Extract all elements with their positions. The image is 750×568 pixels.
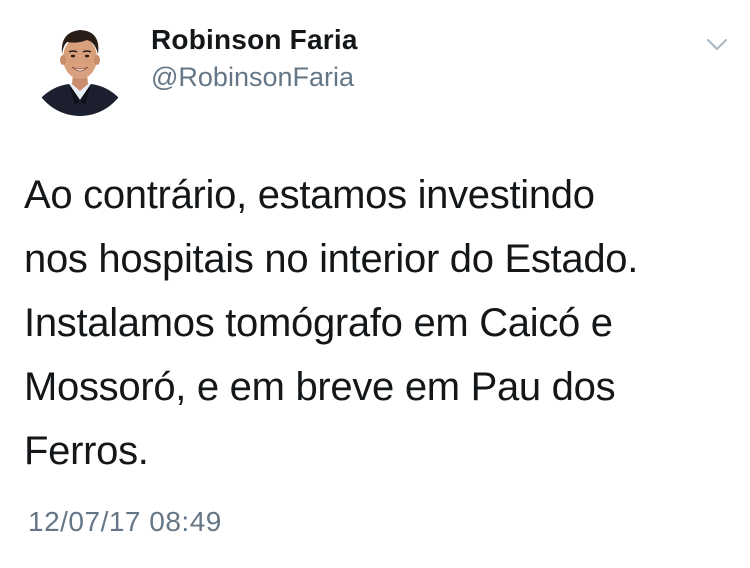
tweet-timestamp[interactable]: 12/07/17 08:49 [28,506,222,538]
chevron-down-icon[interactable] [703,30,731,58]
user-display-name[interactable]: Robinson Faria [151,24,358,56]
user-handle[interactable]: @RobinsonFaria [151,62,354,93]
tweet-text-line: nos hospitais no interior do Estado. [24,237,639,281]
profile-photo-icon [31,18,129,116]
tweet-text: Ao contrário, estamos investindo nos hos… [24,163,724,483]
tweet-card: Robinson Faria @RobinsonFaria Ao contrár… [0,0,750,568]
tweet-text-line: Instalamos tomógrafo em Caicó e [24,301,613,345]
tweet-text-line: Ferros. [24,429,149,473]
tweet-text-line: Mossoró, e em breve em Pau dos [24,365,616,409]
avatar[interactable] [31,18,129,116]
tweet-text-line: Ao contrário, estamos investindo [24,173,595,217]
